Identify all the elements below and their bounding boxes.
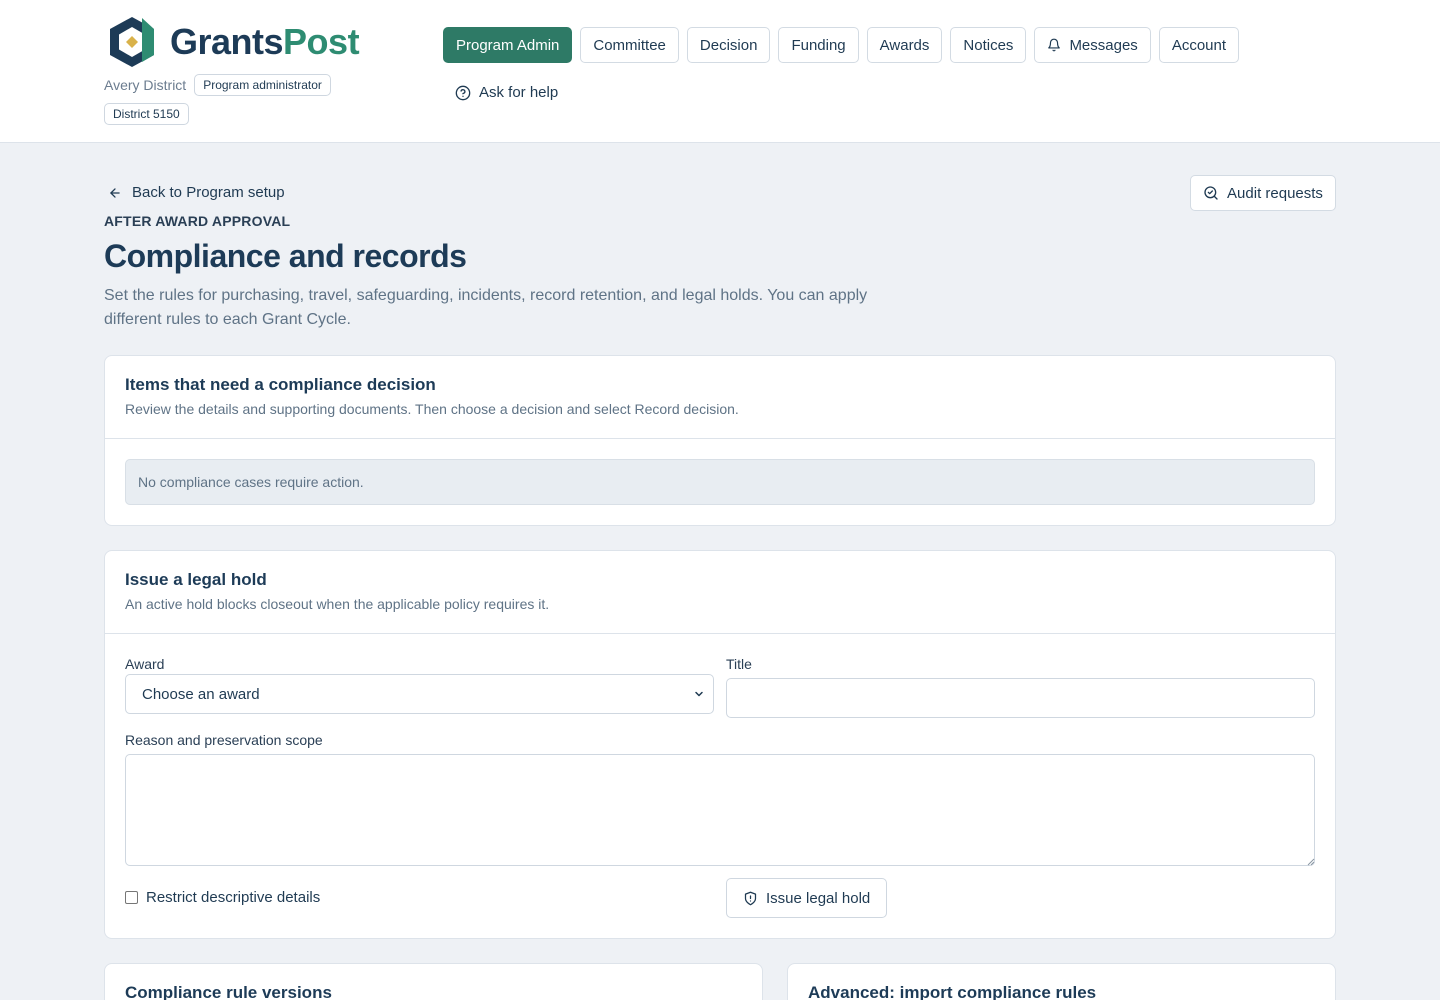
card-header: Items that need a compliance decision Re… (105, 356, 1335, 439)
resize-grip-icon[interactable] (1307, 858, 1315, 866)
bell-icon (1047, 38, 1061, 52)
ask-for-help-link[interactable]: Ask for help (455, 84, 558, 101)
card-title: Compliance rule versions (125, 983, 332, 1000)
shield-icon (743, 891, 758, 906)
title-input[interactable] (726, 678, 1315, 718)
card-header: Issue a legal hold An active hold blocks… (105, 551, 1335, 634)
nav-messages-label: Messages (1069, 36, 1138, 54)
nav-decision[interactable]: Decision (686, 27, 771, 63)
rule-versions-card: Compliance rule versions (104, 963, 763, 1000)
compliance-decisions-card: Items that need a compliance decision Re… (104, 355, 1336, 526)
main-nav: Program Admin Committee Decision Funding… (443, 27, 1240, 63)
card-subtitle: Review the details and supporting docume… (125, 401, 739, 417)
grantspost-logo[interactable]: GrantsPost (104, 14, 360, 70)
app-header: GrantsPost Avery District Program admini… (0, 0, 1440, 143)
card-title: Issue a legal hold (125, 570, 267, 589)
help-circle-icon (455, 85, 471, 101)
restrict-details-label: Restrict descriptive details (146, 889, 321, 906)
card-subtitle: An active hold blocks closeout when the … (125, 596, 550, 612)
page-description: Set the rules for purchasing, travel, sa… (104, 287, 868, 328)
arrow-left-icon (108, 186, 122, 200)
card-title: Items that need a compliance decision (125, 375, 436, 394)
audit-label: Audit requests (1227, 184, 1323, 202)
logo-wordmark: GrantsPost (170, 21, 360, 62)
logo-mark-icon (110, 17, 154, 67)
restrict-details-checkbox[interactable] (125, 891, 138, 904)
reason-textarea[interactable] (125, 754, 1315, 866)
award-select-value: Choose an award (142, 685, 260, 703)
district-badge: District 5150 (104, 103, 189, 125)
audit-requests-button[interactable]: Audit requests (1190, 175, 1336, 211)
nav-account[interactable]: Account (1158, 27, 1240, 63)
back-to-program-setup-link[interactable]: Back to Program setup (108, 184, 285, 201)
import-rules-card: Advanced: import compliance rules (787, 963, 1336, 1000)
award-select[interactable]: Choose an award (125, 674, 714, 714)
empty-state: No compliance cases require action. (125, 459, 1315, 505)
reason-label: Reason and preservation scope (125, 732, 323, 748)
restrict-details-option[interactable]: Restrict descriptive details (125, 889, 320, 906)
org-name: Avery District (104, 77, 187, 93)
nav-program-admin[interactable]: Program Admin (443, 27, 573, 63)
title-label: Title (726, 656, 752, 672)
issue-legal-hold-button[interactable]: Issue legal hold (726, 878, 888, 918)
back-label: Back to Program setup (132, 184, 285, 201)
help-label: Ask for help (479, 84, 559, 101)
page-title: Compliance and records (104, 238, 467, 274)
nav-funding[interactable]: Funding (778, 27, 859, 63)
nav-committee[interactable]: Committee (580, 27, 679, 63)
search-audit-icon (1203, 185, 1219, 201)
page-eyebrow: AFTER AWARD APPROVAL (104, 213, 291, 229)
nav-awards[interactable]: Awards (866, 27, 943, 63)
org-info: Avery District Program administrator (104, 74, 331, 96)
chevron-down-icon (693, 688, 705, 700)
legal-hold-card: Issue a legal hold An active hold blocks… (104, 550, 1336, 939)
issue-legal-hold-label: Issue legal hold (766, 889, 871, 907)
card-title: Advanced: import compliance rules (808, 983, 1097, 1000)
nav-notices[interactable]: Notices (950, 27, 1027, 63)
award-label: Award (125, 656, 165, 672)
nav-messages[interactable]: Messages (1034, 27, 1151, 63)
role-badge: Program administrator (194, 74, 331, 96)
